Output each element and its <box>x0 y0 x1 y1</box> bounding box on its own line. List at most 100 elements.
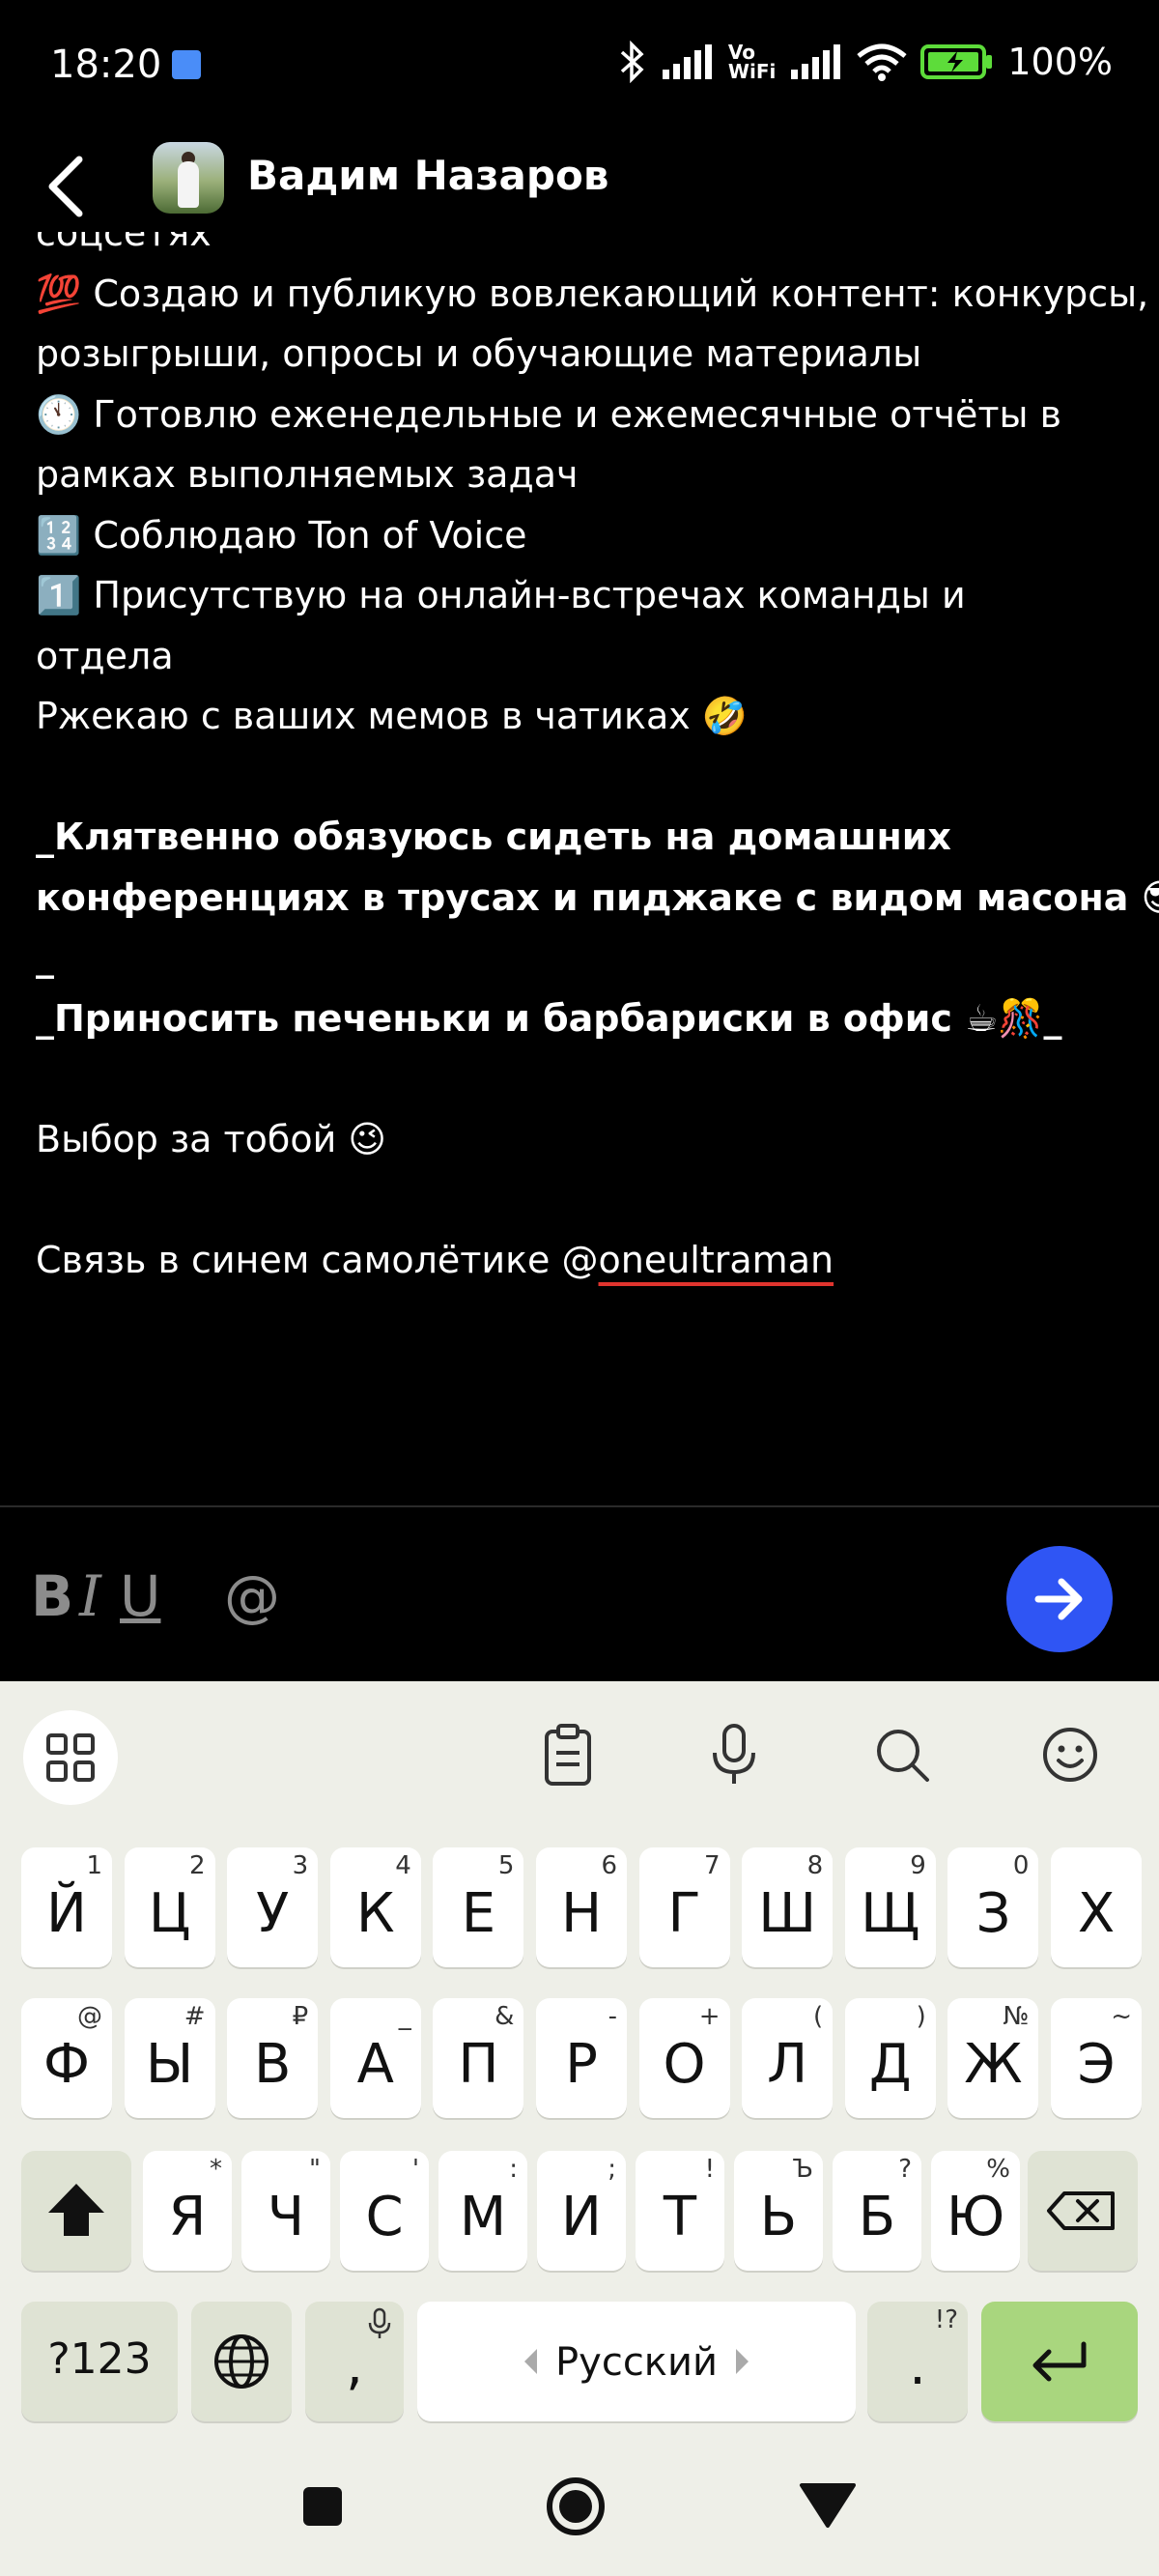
bold-button[interactable]: B <box>31 1563 73 1629</box>
underline-button[interactable]: U <box>120 1563 160 1629</box>
apps-button[interactable] <box>23 1710 118 1805</box>
home-icon[interactable] <box>543 2474 608 2539</box>
key-hint: ; <box>608 2155 616 2184</box>
key-row1-3[interactable]: К4 <box>329 1847 421 1967</box>
message-line: Ржекаю с ваших мемов в чатиках 🤣 <box>36 695 749 737</box>
key-label: И <box>561 2186 602 2248</box>
key-row2-6[interactable]: О + <box>638 1998 730 2118</box>
period-key[interactable]: . !? <box>867 2302 968 2421</box>
comma-label: , <box>346 2334 363 2397</box>
space-key[interactable]: Русский <box>417 2302 856 2421</box>
emoji-icon <box>1043 1728 1097 1782</box>
message-line: 🔢 Соблюдаю Ton of Voice <box>36 513 527 557</box>
mention-link[interactable]: oneultraman <box>599 1239 834 1281</box>
key-row2-10[interactable]: Э ~ <box>1051 1998 1142 2118</box>
status-bar: 18:20 Vo WiFi 100% <box>0 0 1159 130</box>
avatar[interactable] <box>153 142 224 214</box>
key-row3-2[interactable]: С ' <box>340 2151 429 2271</box>
vowifi-bottom: WiFi <box>727 60 777 83</box>
key-hint: 4 <box>395 1851 411 1880</box>
key-label: Т <box>663 2186 697 2248</box>
message-line <box>36 1169 1127 1230</box>
key-hint: + <box>698 2002 721 2031</box>
key-row1-5[interactable]: Н6 <box>536 1847 627 1967</box>
message-editor[interactable]: соцсетях 💯 Создаю и публикую вовлекающий… <box>0 232 1159 1505</box>
clipboard-button[interactable] <box>533 1720 603 1789</box>
search-icon <box>877 1730 929 1782</box>
key-row2-5[interactable]: Р- <box>536 1998 627 2118</box>
message-text[interactable]: соцсетях 💯 Создаю и публикую вовлекающий… <box>36 232 1159 1290</box>
key-row1-7[interactable]: Ш8 <box>742 1847 834 1967</box>
key-hint: * <box>210 2155 222 2184</box>
key-row2-8[interactable]: Д) <box>844 1998 936 2118</box>
key-row3-1[interactable]: Ч " <box>241 2151 330 2271</box>
key-label: Э <box>1077 2033 1116 2096</box>
vowifi-top: Vo <box>727 41 756 64</box>
key-row1-8[interactable]: Щ9 <box>844 1847 936 1967</box>
right-arrow-icon <box>736 2349 749 2374</box>
key-row1-4[interactable]: Е5 <box>433 1847 524 1967</box>
key-hint: 2 <box>189 1851 206 1880</box>
shift-key[interactable] <box>21 2151 131 2271</box>
key-hint: ) <box>916 2002 926 2031</box>
key-row3-4[interactable]: И; <box>537 2151 626 2271</box>
key-row2-9[interactable]: Ж № <box>947 1998 1039 2118</box>
message-line <box>36 747 1127 808</box>
key-hint: ? <box>898 2155 912 2184</box>
key-row2-4[interactable]: П & <box>433 1998 524 2118</box>
key-row3-7[interactable]: Б? <box>833 2151 921 2271</box>
battery-percentage: 100% <box>1007 41 1113 83</box>
voice-input-button[interactable] <box>699 1720 769 1789</box>
key-label: В <box>253 2033 292 2096</box>
message-line: конференциях в трусах и пиджаке с видом … <box>36 875 1159 919</box>
globe-icon <box>214 2334 269 2389</box>
key-hint: 6 <box>601 1851 617 1880</box>
space-label: Русский <box>555 2340 718 2385</box>
microphone-icon <box>713 1724 755 1784</box>
key-hint: _ <box>398 2002 411 2031</box>
message-line: рамках выполняемых задач <box>36 453 579 496</box>
navigation-bar <box>0 2441 1159 2576</box>
message-line <box>36 1048 1127 1109</box>
signal-icon-2 <box>791 44 841 79</box>
key-row1-6[interactable]: Г7 <box>638 1847 730 1967</box>
contact-name[interactable]: Вадим Назаров <box>247 152 608 199</box>
recents-icon[interactable] <box>294 2477 352 2535</box>
chat-header: Вадим Назаров <box>0 130 1159 246</box>
key-row3-3[interactable]: М: <box>438 2151 527 2271</box>
key-row2-3[interactable]: А _ <box>329 1998 421 2118</box>
keyboard-notification-icon <box>172 50 201 79</box>
key-row1-1[interactable]: Ц2 <box>124 1847 215 1967</box>
backspace-key[interactable] <box>1028 2151 1138 2271</box>
key-hint: ! <box>704 2155 715 2184</box>
message-line: розыгрыши, опросы и обучающие материалы <box>36 332 922 375</box>
key-hint: 7 <box>704 1851 721 1880</box>
back-nav-icon[interactable] <box>798 2481 858 2530</box>
message-line: _Приносить печеньки и барбариски в офис … <box>36 996 1062 1040</box>
key-row2-0[interactable]: Ф @ <box>21 1998 112 2118</box>
enter-key[interactable] <box>981 2302 1138 2421</box>
key-hint: 0 <box>1012 1851 1030 1880</box>
key-row2-1[interactable]: Ы # <box>124 1998 215 2118</box>
key-row3-5[interactable]: Т! <box>636 2151 724 2271</box>
send-button[interactable] <box>1006 1546 1113 1652</box>
mention-button[interactable]: @ <box>224 1563 280 1629</box>
key-row1-10[interactable]: Х <box>1051 1847 1142 1967</box>
language-key[interactable] <box>191 2302 292 2421</box>
italic-button[interactable]: I <box>79 1563 101 1629</box>
search-button[interactable] <box>867 1720 937 1789</box>
emoji-button[interactable] <box>1035 1720 1105 1789</box>
key-label: Ч <box>267 2186 305 2248</box>
key-row1-9[interactable]: З0 <box>947 1847 1039 1967</box>
comma-key[interactable]: , <box>305 2302 404 2421</box>
key-row1-2[interactable]: У3 <box>227 1847 319 1967</box>
key-row3-6[interactable]: ЬЪ <box>734 2151 823 2271</box>
key-row3-0[interactable]: Я * <box>143 2151 232 2271</box>
key-row3-8[interactable]: Ю% <box>931 2151 1020 2271</box>
back-button[interactable] <box>39 140 97 237</box>
key-row2-2[interactable]: В ₽ <box>227 1998 319 2118</box>
key-row1-0[interactable]: Й1 <box>21 1847 112 1967</box>
symbols-key[interactable]: ?123 <box>21 2302 178 2421</box>
key-hint: № <box>1003 2002 1030 2031</box>
key-row2-7[interactable]: Л( <box>742 1998 834 2118</box>
